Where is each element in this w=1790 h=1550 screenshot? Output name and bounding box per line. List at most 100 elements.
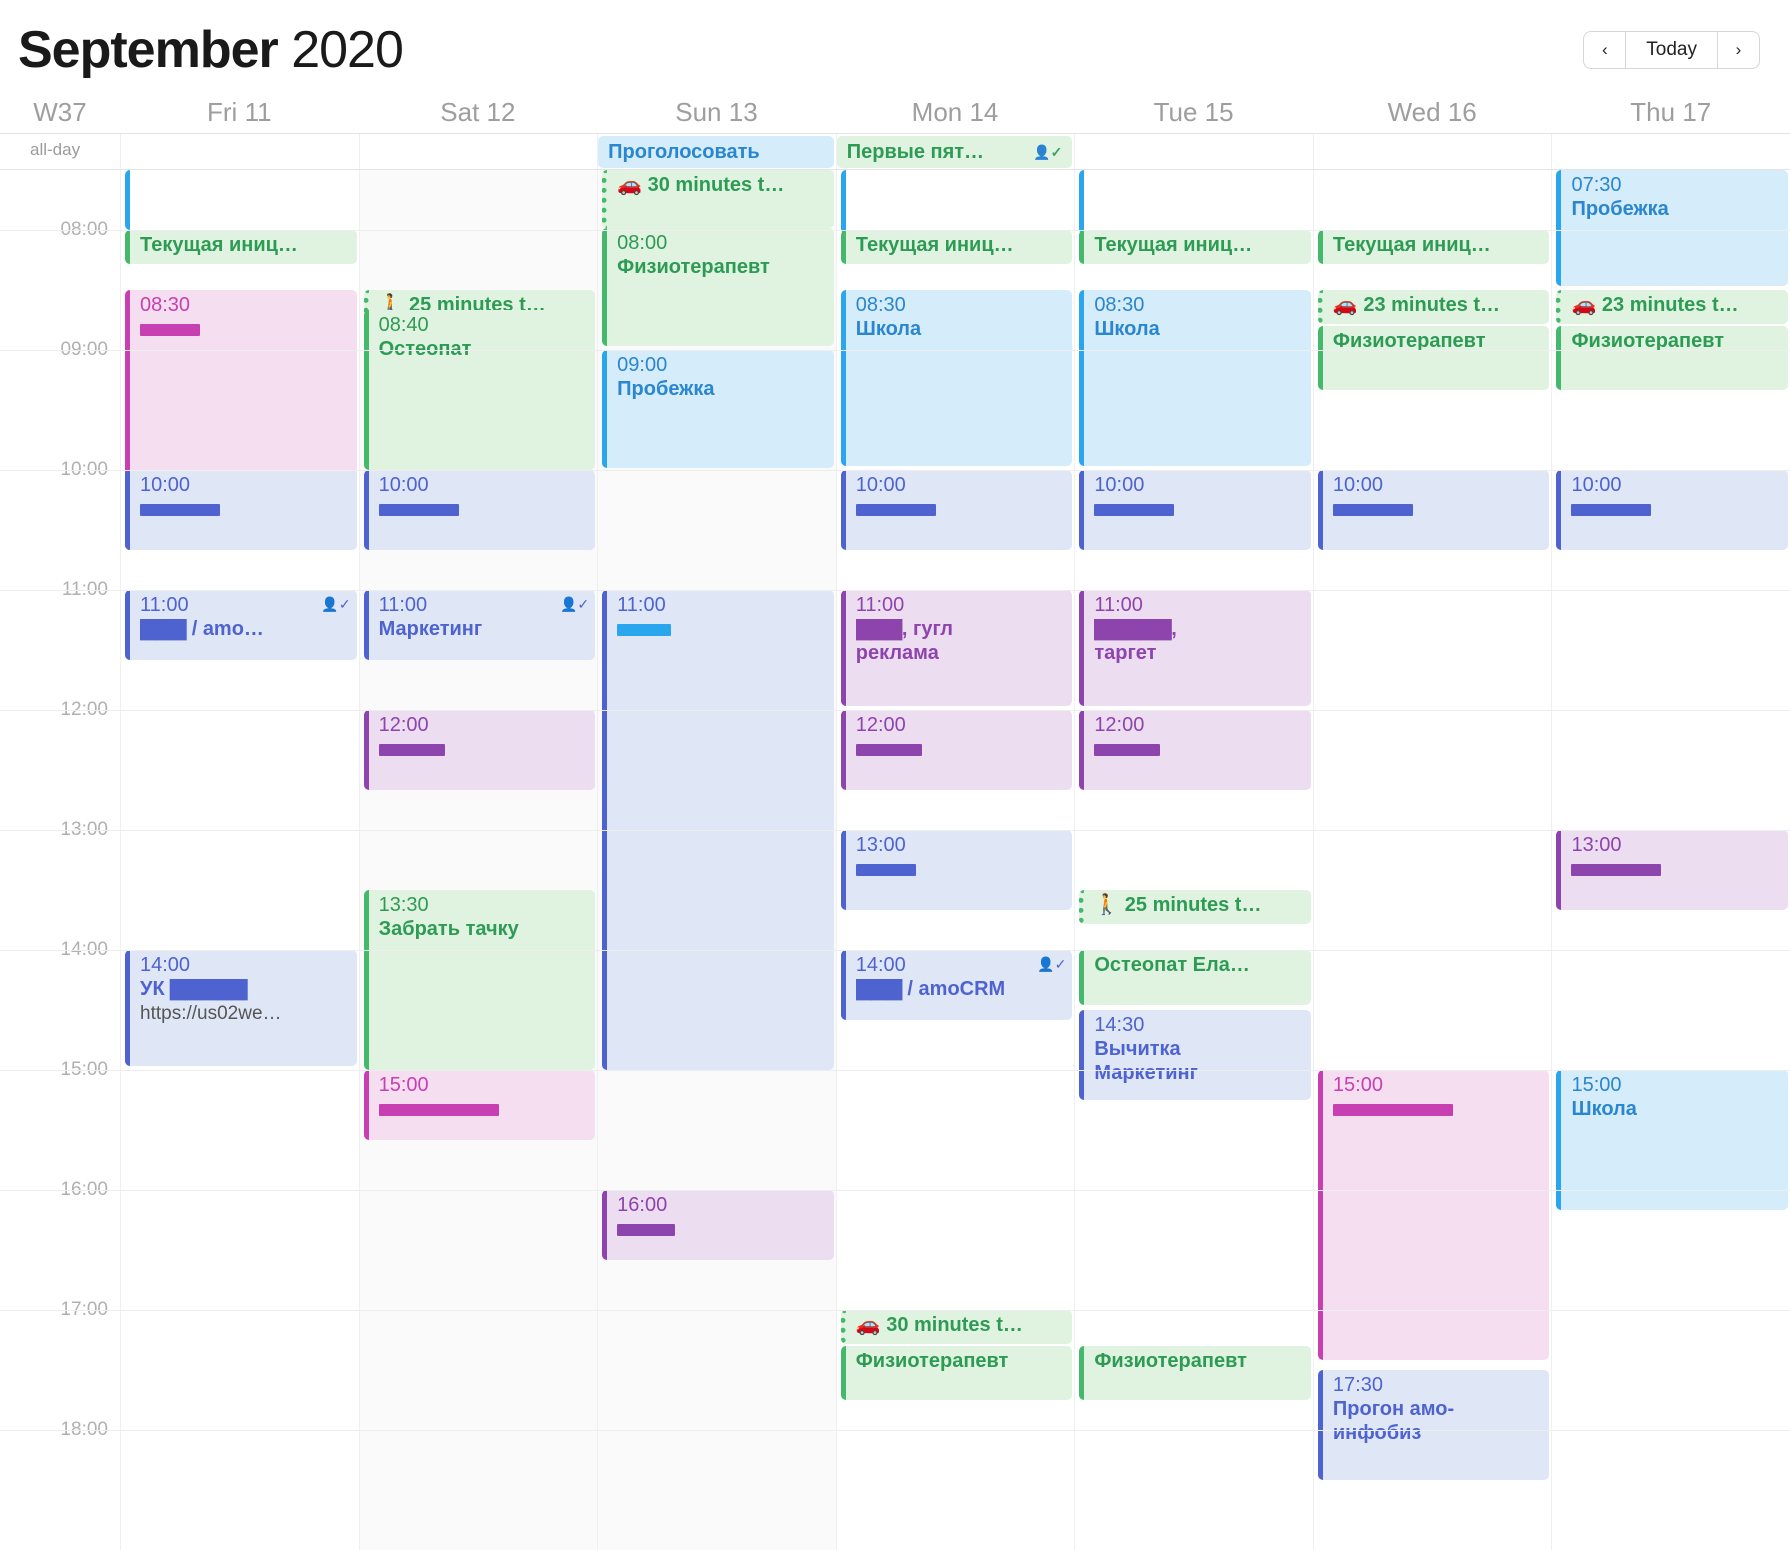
calendar-event[interactable]: 🚗 30 minutes t… xyxy=(602,170,834,228)
next-week-button[interactable]: › xyxy=(1718,31,1760,69)
all-day-cell[interactable]: Первые пят… 👤✓ xyxy=(836,134,1075,169)
day-header-row: W37 Fri 11 Sat 12 Sun 13 Mon 14 Tue 15 W… xyxy=(0,90,1790,134)
calendar-event[interactable]: 🚶 25 minutes t… xyxy=(1079,890,1311,924)
all-day-cell[interactable] xyxy=(120,134,359,169)
calendar-event[interactable]: 10:00 xyxy=(1556,470,1788,550)
event-time: 11:00 xyxy=(379,593,588,617)
calendar-event[interactable]: 🚗 23 minutes t… xyxy=(1556,290,1788,324)
calendar-event[interactable]: 12:00 xyxy=(1079,710,1311,790)
event-label: Остеопат Ела… xyxy=(1094,953,1303,977)
calendar-event[interactable]: 15:00Школа xyxy=(1556,1070,1788,1210)
calendar-event[interactable]: 12:00 xyxy=(841,710,1073,790)
event-label: 🚶 25 minutes t… xyxy=(1094,893,1303,917)
all-day-row: all-day Проголосовать Первые пят… 👤✓ xyxy=(0,134,1790,170)
calendar-event[interactable]: 09:00Пробежка xyxy=(602,350,834,468)
calendar-event[interactable]: 14:00▇▇▇ / amoCRM👤✓ xyxy=(841,950,1073,1020)
day-header[interactable]: Sun 13 xyxy=(597,90,836,133)
calendar-event[interactable]: 11:00▇▇▇, гуглреклама xyxy=(841,590,1073,706)
all-day-event[interactable]: Первые пят… 👤✓ xyxy=(837,136,1073,168)
calendar-event[interactable]: 17:30Прогон амо-инфобиз xyxy=(1318,1370,1550,1480)
day-header[interactable]: Wed 16 xyxy=(1313,90,1552,133)
calendar-event[interactable]: Физиотерапевт xyxy=(1079,1346,1311,1400)
calendar-event[interactable]: Физиотерапевт xyxy=(1556,326,1788,390)
calendar-event[interactable]: 15:00 xyxy=(1318,1070,1550,1360)
calendar-event[interactable]: 08:00Физиотерапевт xyxy=(602,228,834,346)
day-header[interactable]: Fri 11 xyxy=(120,90,359,133)
event-time: 10:00 xyxy=(379,473,588,497)
redacted-text xyxy=(140,324,200,336)
calendar-event[interactable]: 08:40Остеопат xyxy=(364,310,596,470)
calendar-event[interactable]: Текущая иниц… xyxy=(1318,230,1550,264)
event-label: Школа xyxy=(1094,317,1303,341)
day-column[interactable]: 🚗 30 minutes t…08:00Физиотерапевт09:00Пр… xyxy=(597,170,836,1550)
time-gutter: 08:0009:0010:0011:0012:0013:0014:0015:00… xyxy=(0,170,120,1550)
event-time: 08:30 xyxy=(856,293,1065,317)
calendar-event[interactable]: Физиотерапевт xyxy=(841,1346,1073,1400)
calendar-event[interactable] xyxy=(841,170,1073,234)
event-time: 08:30 xyxy=(140,293,349,317)
calendar-event[interactable]: Остеопат Ела… xyxy=(1079,950,1311,1005)
event-time: 10:00 xyxy=(1571,473,1780,497)
calendar-event[interactable]: 14:30ВычиткаМаркетинг xyxy=(1079,1010,1311,1100)
event-time: 11:00 xyxy=(1094,593,1303,617)
calendar-event[interactable]: 14:00УК ▇▇▇▇▇https://us02we… xyxy=(125,950,357,1066)
day-header[interactable]: Mon 14 xyxy=(836,90,1075,133)
calendar-event[interactable] xyxy=(1079,170,1311,234)
calendar-event[interactable]: Текущая иниц… xyxy=(841,230,1073,264)
day-column[interactable]: Текущая иниц… 🚗 23 minutes t…Физиотерапев… xyxy=(1313,170,1552,1550)
calendar-event[interactable]: 13:00 xyxy=(1556,830,1788,910)
calendar-event[interactable]: 10:00 xyxy=(1079,470,1311,550)
calendar-event[interactable]: 🚗 30 minutes t… xyxy=(841,1310,1073,1344)
calendar-event[interactable]: 13:00 xyxy=(841,830,1073,910)
all-day-event[interactable]: Проголосовать xyxy=(598,136,834,168)
week-number: W37 xyxy=(0,90,120,133)
calendar-event[interactable]: 🚗 23 minutes t… xyxy=(1318,290,1550,324)
redacted-text xyxy=(1333,504,1413,516)
calendar-event[interactable]: 10:00 xyxy=(1318,470,1550,550)
calendar-event[interactable]: 11:00▇▇▇▇▇,таргет xyxy=(1079,590,1311,706)
day-column[interactable]: Текущая иниц… 08:30Школа10:00 11:00▇▇▇▇▇,т… xyxy=(1074,170,1313,1550)
event-time: 14:30 xyxy=(1094,1013,1303,1037)
event-label: Вычитка xyxy=(1094,1037,1303,1061)
all-day-cell[interactable] xyxy=(1551,134,1790,169)
day-column[interactable]: 🚶 25 minutes t…08:40Остеопат10:0011:00Ма… xyxy=(359,170,598,1550)
calendar-event[interactable] xyxy=(125,170,357,230)
all-day-cell[interactable]: Проголосовать xyxy=(597,134,836,169)
day-header[interactable]: Tue 15 xyxy=(1074,90,1313,133)
all-day-cell[interactable] xyxy=(1313,134,1552,169)
day-column[interactable]: Текущая иниц… 08:30Школа 10:00 11:00▇▇▇, гу… xyxy=(836,170,1075,1550)
day-column[interactable]: Текущая иниц… 08:30 10:00 11:00▇▇▇ / amo…👤✓… xyxy=(120,170,359,1550)
calendar-event[interactable]: Текущая иниц… xyxy=(125,230,357,264)
calendar-event[interactable]: 15:00 xyxy=(364,1070,596,1140)
calendar-event[interactable]: 07:30Пробежка xyxy=(1556,170,1788,286)
day-column[interactable]: 07:30Пробежка 🚗 23 minutes t…Физиотерапев… xyxy=(1551,170,1790,1550)
calendar-event[interactable]: 08:30Школа xyxy=(1079,290,1311,466)
redacted-text xyxy=(379,744,445,756)
event-time: 14:00 xyxy=(856,953,1065,977)
person-icon: 👤✓ xyxy=(560,596,589,613)
event-time: 13:00 xyxy=(1571,833,1780,857)
calendar-event[interactable]: Физиотерапевт xyxy=(1318,326,1550,390)
calendar-event[interactable]: Текущая иниц… xyxy=(1079,230,1311,264)
day-header[interactable]: Sat 12 xyxy=(359,90,598,133)
redacted-text xyxy=(1094,744,1160,756)
calendar-event[interactable]: 10:00 xyxy=(841,470,1073,550)
calendar-event[interactable]: 10:00 xyxy=(364,470,596,550)
calendar-event[interactable]: 13:30Забрать тачку xyxy=(364,890,596,1070)
all-day-cell[interactable] xyxy=(1074,134,1313,169)
event-label: Физиотерапевт xyxy=(617,255,826,279)
calendar-event[interactable]: 10:00 xyxy=(125,470,357,550)
prev-week-button[interactable]: ‹ xyxy=(1583,31,1625,69)
calendar-event[interactable]: 16:00 xyxy=(602,1190,834,1260)
redacted-text xyxy=(379,504,459,516)
event-time: 10:00 xyxy=(856,473,1065,497)
calendar-event[interactable]: 12:00 xyxy=(364,710,596,790)
today-button[interactable]: Today xyxy=(1625,31,1718,69)
event-label: Пробежка xyxy=(1571,197,1780,221)
calendar-event[interactable]: 08:30Школа xyxy=(841,290,1073,466)
redacted-text xyxy=(1333,1104,1453,1116)
calendar-event[interactable]: 11:00Маркетинг👤✓ xyxy=(364,590,596,660)
day-header[interactable]: Thu 17 xyxy=(1551,90,1790,133)
calendar-event[interactable]: 11:00▇▇▇ / amo…👤✓ xyxy=(125,590,357,660)
all-day-cell[interactable] xyxy=(359,134,598,169)
